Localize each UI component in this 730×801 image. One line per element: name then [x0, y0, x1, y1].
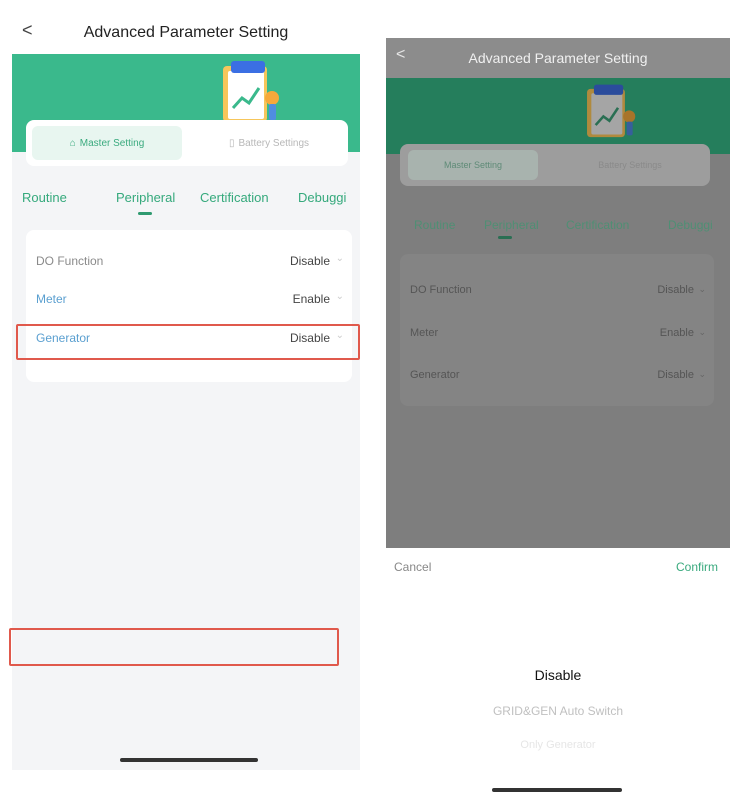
- tab-certification[interactable]: Certification: [200, 190, 269, 205]
- setting-value: Enable: [659, 327, 694, 339]
- chevron-down-icon: ⌄: [335, 253, 344, 264]
- confirm-button[interactable]: Confirm: [676, 560, 718, 574]
- top-bar: < Advanced Parameter Setting: [12, 10, 360, 54]
- home-indicator: [120, 758, 258, 762]
- setting-label: Generator: [410, 369, 460, 381]
- top-bar: < Advanced Parameter Setting: [386, 38, 730, 78]
- master-setting-icon: ⌂: [69, 137, 76, 149]
- mode-switch-card: Master Setting Battery Settings: [400, 144, 710, 186]
- master-setting-label: Master Setting: [79, 137, 145, 149]
- tab-certification: Certification: [566, 218, 630, 232]
- battery-settings-label: Battery Settings: [238, 137, 310, 149]
- setting-value: Disable: [289, 254, 330, 268]
- cancel-button[interactable]: Cancel: [394, 560, 431, 574]
- picker-option-selected[interactable]: Disable: [386, 667, 730, 683]
- setting-value: Disable: [657, 369, 694, 381]
- setting-row-meter[interactable]: Meter Enable ⌄: [26, 282, 352, 318]
- setting-value: Enable: [292, 292, 330, 306]
- picker-sheet: Cancel Confirm Disable GRID&GEN Auto Swi…: [386, 548, 730, 801]
- active-tab-indicator: [498, 236, 512, 239]
- annotation-highlight-disable: [9, 628, 339, 666]
- tab-routine: Routine: [414, 218, 456, 232]
- header-banner: [386, 78, 730, 154]
- setting-value: Disable: [657, 284, 694, 296]
- tab-debugging: Debuggi: [668, 218, 713, 232]
- chevron-down-icon: ⌄: [698, 369, 706, 379]
- clipboard-chart-illustration-icon: [587, 84, 636, 138]
- battery-icon: ▯: [228, 137, 235, 149]
- picker-option[interactable]: Only Generator: [386, 739, 730, 751]
- category-tabs: Routine Peripheral Certification Debuggi: [12, 186, 360, 226]
- tab-peripheral[interactable]: Peripheral: [116, 190, 175, 205]
- settings-list: DO Function Disable ⌄ Meter Enable ⌄ Gen…: [400, 254, 714, 406]
- tab-debugging[interactable]: Debuggi: [298, 190, 346, 205]
- master-setting-label: Master Setting: [408, 150, 538, 180]
- category-tabs: Routine Peripheral Certification Debuggi: [386, 214, 730, 244]
- chevron-down-icon: ⌄: [698, 284, 706, 294]
- annotation-highlight-generator: [16, 324, 360, 360]
- setting-label: DO Function: [36, 254, 104, 268]
- setting-row-do-function[interactable]: DO Function Disable ⌄: [26, 244, 352, 280]
- setting-label: Meter: [410, 327, 439, 339]
- dimmed-background[interactable]: < Advanced Parameter Setting Master Sett…: [386, 38, 730, 548]
- setting-label: DO Function: [410, 284, 472, 296]
- screen-right: < Advanced Parameter Setting Master Sett…: [386, 38, 730, 801]
- chevron-down-icon: ⌄: [335, 291, 344, 302]
- master-setting-tab[interactable]: ⌂ Master Setting: [32, 126, 182, 160]
- setting-label: Meter: [36, 292, 67, 306]
- mode-switch-card: ⌂ Master Setting ▯ Battery Settings: [26, 120, 348, 166]
- tab-routine[interactable]: Routine: [22, 190, 67, 205]
- page-title: Advanced Parameter Setting: [83, 24, 289, 41]
- home-indicator: [492, 788, 622, 792]
- battery-settings-label: Battery Settings: [598, 160, 662, 170]
- picker-option[interactable]: GRID&GEN Auto Switch: [386, 704, 730, 718]
- tab-peripheral: Peripheral: [484, 218, 539, 232]
- active-tab-indicator: [138, 212, 152, 215]
- chevron-down-icon: ⌄: [698, 327, 706, 337]
- page-title: Advanced Parameter Setting: [468, 50, 648, 66]
- battery-settings-tab[interactable]: ▯ Battery Settings: [194, 126, 344, 160]
